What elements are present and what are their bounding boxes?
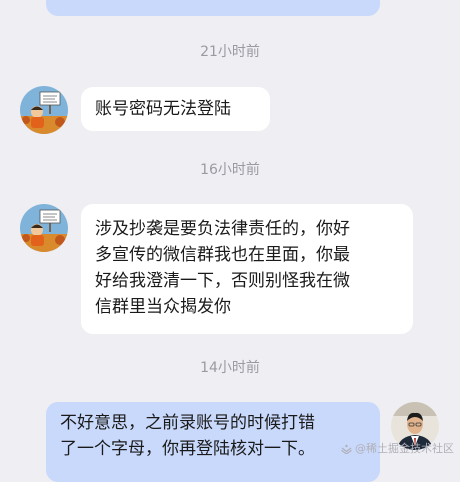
timestamp: 16小时前: [200, 162, 260, 178]
contact-avatar[interactable]: [20, 204, 68, 252]
message-text-line: 多宣传的微信群我也在里面，你最: [95, 245, 350, 265]
contact-avatar[interactable]: [20, 86, 68, 134]
message-bubble-incoming[interactable]: 涉及抄袭是要负法律责任的，你好 多宣传的微信群我也在里面，你最 好给我澄清一下，…: [81, 204, 413, 334]
message-text-line: 信群里当众揭发你: [95, 297, 231, 317]
message-text-line: 涉及抄袭是要负法律责任的，你好: [95, 219, 350, 239]
timestamp: 21小时前: [200, 44, 260, 60]
message-text: 账号密码无法登陆: [95, 99, 231, 119]
message-text-line: 了一个字母，你再登陆核对一下。: [60, 439, 315, 459]
protest-sign-cartoon-avatar-icon: [20, 204, 68, 252]
message-bubble-incoming[interactable]: 账号密码无法登陆: [81, 87, 270, 131]
message-text-line: 不好意思，之前录账号的时候打错: [60, 413, 315, 433]
watermark-text: @稀土掘金技术社区: [355, 442, 454, 455]
protest-sign-cartoon-avatar-icon: [20, 86, 68, 134]
timestamp: 14小时前: [200, 360, 260, 376]
juejin-logo-icon: [341, 444, 352, 454]
watermark: @稀土掘金技术社区: [341, 442, 454, 456]
message-text-line: 好给我澄清一下，否则别怪我在微: [95, 271, 350, 291]
chat-thread[interactable]: 21小时前 账号密码无法登陆 16小时前 涉及抄袭是要负法律责任的，你好 多宣传…: [0, 0, 460, 482]
message-bubble-outgoing-previous[interactable]: [46, 0, 380, 16]
message-bubble-outgoing[interactable]: 不好意思，之前录账号的时候打错 了一个字母，你再登陆核对一下。: [46, 402, 380, 482]
